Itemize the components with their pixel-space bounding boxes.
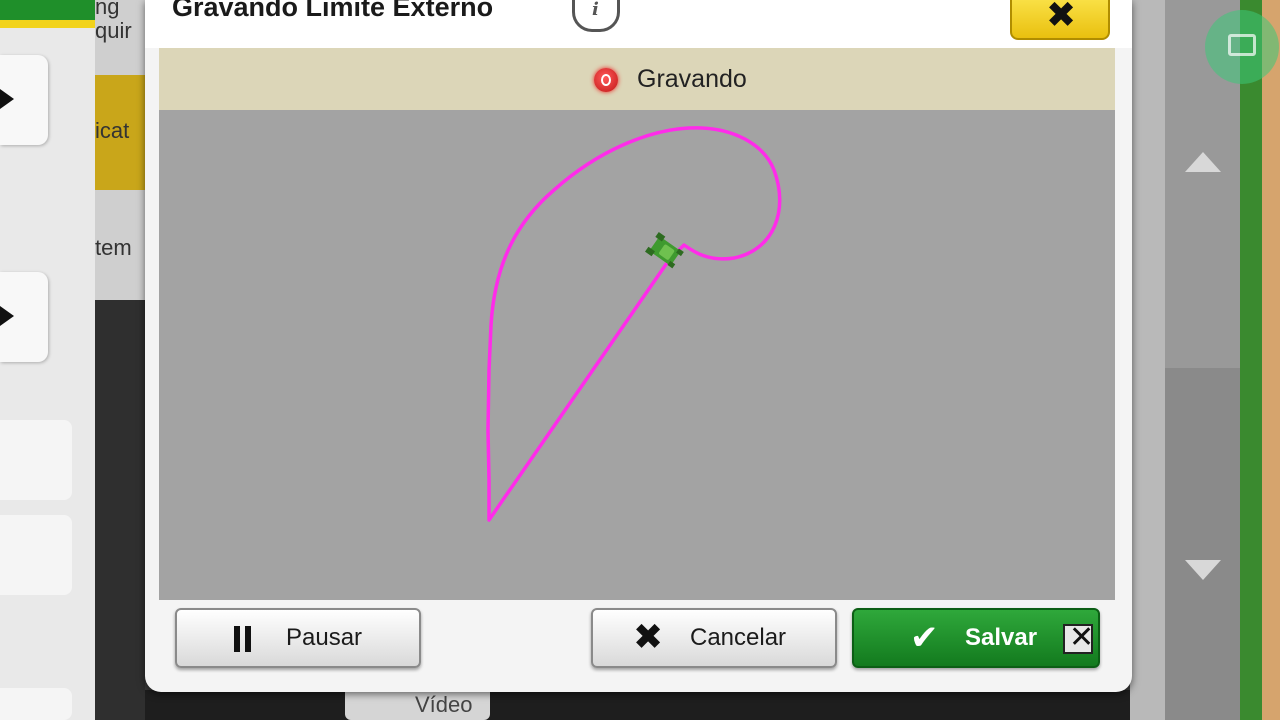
arrow-icon <box>0 89 14 109</box>
background-text-fragment: quir <box>95 18 132 43</box>
pause-button-label: Pausar <box>286 624 363 651</box>
background-green-strip <box>1240 0 1262 720</box>
cancel-button[interactable]: ✖ Cancelar <box>591 608 837 668</box>
background-text-fragment: tem <box>95 235 132 260</box>
scroll-down-icon[interactable] <box>1185 560 1221 580</box>
save-button[interactable]: ✔ Salvar ✕ <box>852 608 1100 668</box>
close-button[interactable]: ✖ <box>1010 0 1110 40</box>
boundary-map[interactable] <box>159 110 1115 600</box>
background-green-bar <box>0 0 95 20</box>
cancel-button-label: Cancelar <box>690 624 787 651</box>
info-icon: i <box>592 0 599 20</box>
recording-status-bar: Gravando <box>159 48 1115 110</box>
dialog-title: Gravando Limite Externo <box>172 0 494 22</box>
recorded-boundary-line <box>486 126 782 522</box>
arrow-icon <box>0 306 14 326</box>
background-tile-2 <box>0 272 48 362</box>
background-right-panel <box>1130 0 1280 720</box>
background-middle-strip: ng quir icat tem <box>95 0 145 720</box>
save-and-close-icon: ✕ <box>1063 621 1094 654</box>
background-panel-1 <box>0 420 72 500</box>
pause-icon <box>232 626 254 652</box>
check-icon: ✔ <box>910 619 939 657</box>
dialog-header: Gravando Limite Externo i ✖ <box>145 0 1132 48</box>
pause-button[interactable]: Pausar <box>175 608 421 668</box>
recording-status-text: Gravando <box>637 65 747 93</box>
recording-indicator-icon <box>594 68 618 92</box>
background-tab-video: Vídeo <box>345 690 490 720</box>
background-dark-area <box>1165 368 1240 720</box>
background-left-panel <box>0 0 95 720</box>
save-button-label: Salvar <box>965 624 1038 651</box>
camera-icon <box>1228 34 1256 56</box>
background-yellow-line <box>0 20 95 28</box>
boundary-map-canvas <box>486 126 782 522</box>
background-text-fragment: icat <box>95 118 130 143</box>
background-scroll-column <box>1165 0 1240 720</box>
close-icon: ✖ <box>1046 0 1077 35</box>
scroll-up-icon[interactable] <box>1185 152 1221 172</box>
info-button[interactable]: i <box>572 0 620 32</box>
background-text-fragment: ng <box>95 0 120 19</box>
x-icon: ✖ <box>633 616 664 657</box>
record-boundary-dialog: Gravando Limite Externo i ✖ Gravando Pau… <box>145 0 1132 692</box>
background-bottom-bar: Vídeo <box>145 690 1130 720</box>
background-tab-label: Vídeo <box>415 692 473 717</box>
background-panel-2 <box>0 515 72 595</box>
background-panel-3 <box>0 688 72 720</box>
background-tile-1 <box>0 55 48 145</box>
background-tan-strip <box>1262 0 1280 720</box>
background-grey-strip <box>1130 0 1165 720</box>
